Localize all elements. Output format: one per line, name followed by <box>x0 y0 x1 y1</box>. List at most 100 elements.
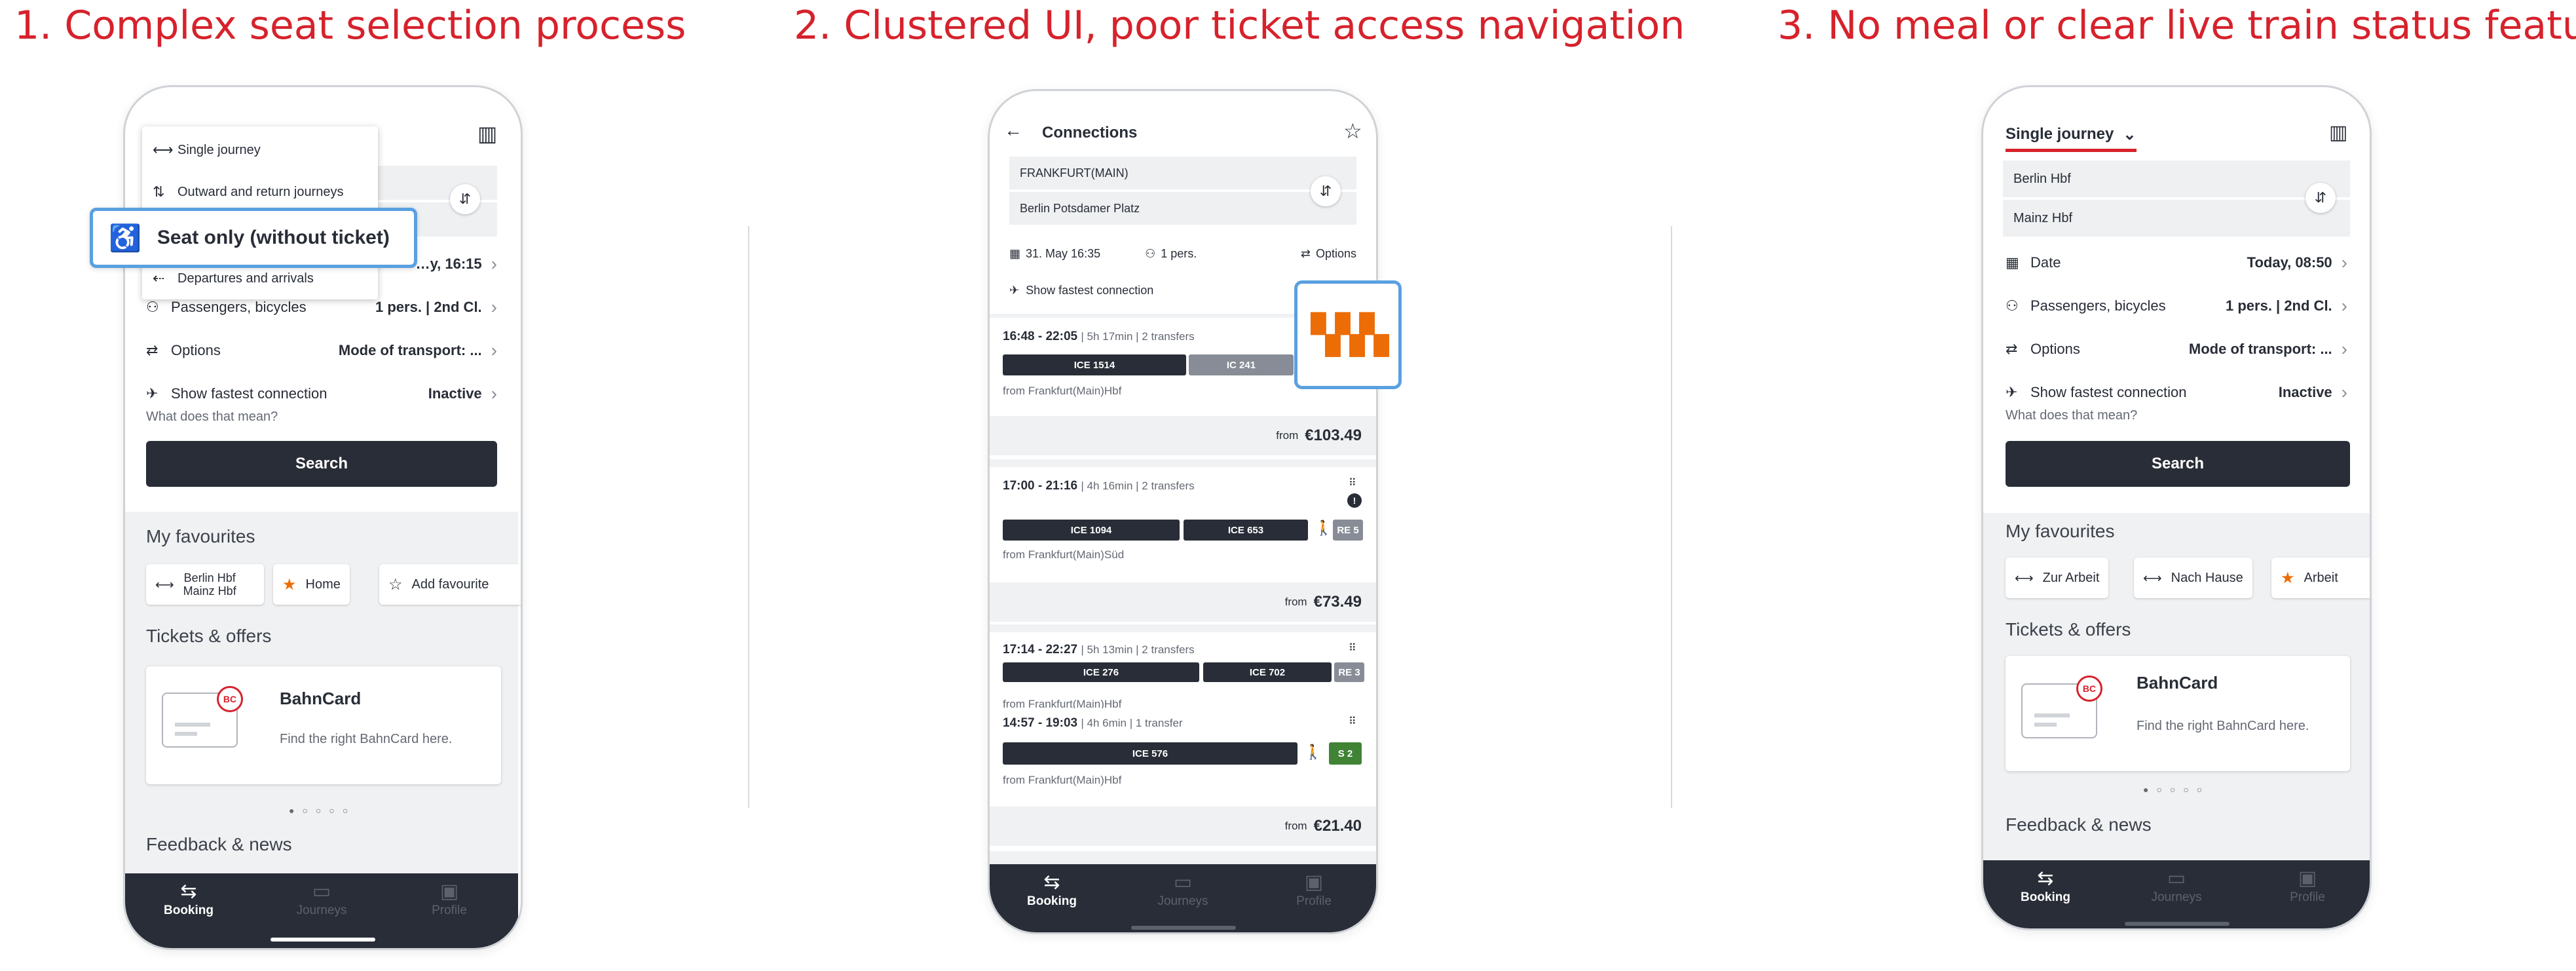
train-badge: ICE 702 <box>1203 662 1332 682</box>
connection-meta: | 5h 13min | 2 transfers <box>1081 643 1195 656</box>
problem-title-2: 2. Clustered UI, poor ticket access navi… <box>794 3 1685 48</box>
nav-profile[interactable]: ▣ Profile <box>1278 871 1350 909</box>
bahncard-card[interactable]: BC BahnCard Find the right BahnCard here… <box>2006 656 2350 771</box>
journeys-icon: ▭ <box>312 881 331 902</box>
fare-row[interactable]: from €73.49 <box>990 582 1376 622</box>
carousel-dots: ●○○○○ <box>2143 784 2211 795</box>
train-badge: ICE 576 <box>1003 742 1297 765</box>
fav-from: Berlin Hbf <box>183 571 236 584</box>
to-field[interactable]: Berlin Potsdamer Platz <box>1009 192 1356 225</box>
fastest-row[interactable]: ✈ Show fastest connection <box>1009 284 1153 297</box>
passengers-row[interactable]: ⚇ Passengers, bicycles 1 pers. | 2nd Cl. › <box>2006 293 2347 319</box>
favourite-chip-route[interactable]: ⟷ Berlin Hbf Mainz Hbf <box>146 564 264 605</box>
add-favourite-button[interactable]: ☆ Add favourite <box>379 564 521 605</box>
price: €103.49 <box>1305 427 1362 444</box>
menu-departures[interactable]: ⇠ Departures and arrivals <box>153 265 367 292</box>
profile-icon: ▣ <box>439 881 459 902</box>
chevron-right-icon: › <box>491 297 497 317</box>
connection-card[interactable]: 17:00 - 21:16 | 4h 16min | 2 transfers ⠿… <box>990 467 1376 624</box>
booking-icon: ⇆ <box>1043 871 1060 893</box>
favourite-chip-work[interactable]: ⟷ Zur Arbeit <box>2006 558 2109 598</box>
options-row[interactable]: ⇄ Options Mode of transport: ... › <box>2006 336 2347 362</box>
tab-underline <box>2006 149 2137 152</box>
person-icon: ⚇ <box>146 299 159 315</box>
date-row[interactable]: ▦ Date Today, 08:50 › <box>2006 250 2347 276</box>
chevron-down-icon: ⌄ <box>2123 126 2137 143</box>
options-label: Options <box>1315 246 1356 260</box>
bottom-nav: ⇆ Booking ▭ Journeys ▣ Profile <box>125 873 518 948</box>
fastest-row[interactable]: ✈ Show fastest connection Inactive › <box>2006 379 2347 406</box>
menu-single-journey[interactable]: ⟷ Single journey <box>153 137 367 163</box>
map-icon[interactable]: ▥ <box>477 121 497 146</box>
walk-icon: 🚶 <box>1304 744 1322 760</box>
round-trip-icon: ⇅ <box>153 183 165 200</box>
search-button[interactable]: Search <box>146 441 497 487</box>
fastest-value: Inactive <box>2278 384 2332 400</box>
connection-card[interactable]: 14:57 - 19:03 | 4h 6min | 1 transfer ⠿ I… <box>990 708 1376 851</box>
nav-journeys[interactable]: ▭ Journeys <box>286 880 358 918</box>
swap-icon[interactable]: ⇵ <box>1311 176 1341 206</box>
bc-badge: BC <box>217 686 243 712</box>
connections-title: Connections <box>1042 124 1138 142</box>
fav-to: Mainz Hbf <box>183 584 236 598</box>
date-value: Today, 08:50 <box>2247 254 2332 271</box>
problem-title-3: 3. No meal or clear live train status fe… <box>1778 3 2576 48</box>
bahncard-text: Find the right BahnCard here. <box>2137 719 2309 733</box>
calendar-icon: ▦ <box>2006 254 2019 271</box>
favourite-chip-home[interactable]: ★ Home <box>273 564 350 605</box>
train-badge: RE 5 <box>1333 520 1363 541</box>
star-outline-icon[interactable]: ☆ <box>1343 119 1362 143</box>
fastest-row[interactable]: ✈ Show fastest connection Inactive › <box>146 381 497 407</box>
menu-outward-return[interactable]: ⇅ Outward and return journeys <box>153 179 367 205</box>
seat-only-label: Seat only (without ticket) <box>157 227 390 248</box>
nav-booking[interactable]: ⇆ Booking <box>153 880 225 918</box>
map-icon[interactable]: ▥ <box>2329 121 2347 144</box>
nav-profile[interactable]: ▣ Profile <box>2271 867 2343 905</box>
occupancy-icon: ⠿ <box>1349 716 1356 727</box>
nav-profile[interactable]: ▣ Profile <box>413 880 485 918</box>
alert-icon: ! <box>1347 493 1362 508</box>
fare-row[interactable]: from €21.40 <box>990 807 1376 846</box>
search-button[interactable]: Search <box>2006 441 2350 487</box>
options-icon: ⇄ <box>1300 246 1311 260</box>
train-badge: IC 241 <box>1189 354 1294 375</box>
favourite-chip-home[interactable]: ⟷ Nach Hause <box>2134 558 2252 598</box>
chevron-right-icon: › <box>2341 382 2347 402</box>
chevron-right-icon: › <box>2341 295 2347 316</box>
train-badge: ICE 1514 <box>1003 354 1186 375</box>
person-icon: ⚇ <box>2006 297 2019 314</box>
passengers-label: Passengers, bicycles <box>2030 297 2166 314</box>
fastest-help-link[interactable]: What does that mean? <box>2006 408 2137 423</box>
bahncard-card[interactable]: BC BahnCard Find the right BahnCard here… <box>146 666 501 784</box>
nav-journeys[interactable]: ▭ Journeys <box>1147 871 1219 909</box>
seat-icon: ♿ <box>109 223 141 253</box>
bahncard-title: BahnCard <box>280 689 362 708</box>
chevron-right-icon: › <box>2341 252 2347 273</box>
nav-booking[interactable]: ⇆ Booking <box>2009 867 2081 905</box>
options-row[interactable]: ⇄ Options Mode of transport: ... › <box>146 337 497 364</box>
nav-booking[interactable]: ⇆ Booking <box>1016 871 1088 909</box>
bc-badge: BC <box>2076 676 2102 702</box>
search-summary-row[interactable]: ▦ 31. May 16:35 ⚇ 1 pers. ⇄ Options <box>1009 240 1356 267</box>
menu-seat-only-highlight[interactable]: ♿ Seat only (without ticket) <box>90 208 417 268</box>
arrow-both-icon: ⟷ <box>2015 571 2034 586</box>
swap-icon[interactable]: ⇵ <box>450 184 480 214</box>
connection-card[interactable]: 17:14 - 22:27 | 5h 13min | 2 transfers ⠿… <box>990 632 1376 711</box>
departure-station: from Frankfurt(Main)Hbf <box>1003 774 1122 786</box>
seats-icon: ▚▚▚ <box>1311 314 1388 355</box>
from-field[interactable]: Berlin Hbf <box>2003 161 2350 197</box>
from-field[interactable]: FRANKFURT(MAIN) <box>1009 157 1356 189</box>
arrow-both-icon: ⟷ <box>153 142 174 158</box>
favourite-chip-arbeit[interactable]: ★ Arbeit <box>2271 558 2370 598</box>
journey-type-tab[interactable]: Single journey ⌄ <box>2006 125 2136 144</box>
nav-journeys[interactable]: ▭ Journeys <box>2140 867 2212 905</box>
occupancy-icon: ⠿ <box>1349 643 1356 654</box>
fare-row[interactable]: from €103.49 <box>990 416 1376 455</box>
to-field[interactable]: Mainz Hbf <box>2003 200 2350 237</box>
phone-screen-2: ← Connections ☆ FRANKFURT(MAIN) Berlin P… <box>988 89 1378 934</box>
back-arrow-icon[interactable]: ← <box>1004 120 1022 141</box>
swap-icon[interactable]: ⇵ <box>2305 183 2336 213</box>
favourites-title: My favourites <box>146 526 255 546</box>
occupancy-icon: ⠿ <box>1349 478 1356 489</box>
fastest-help-link[interactable]: What does that mean? <box>146 409 278 425</box>
